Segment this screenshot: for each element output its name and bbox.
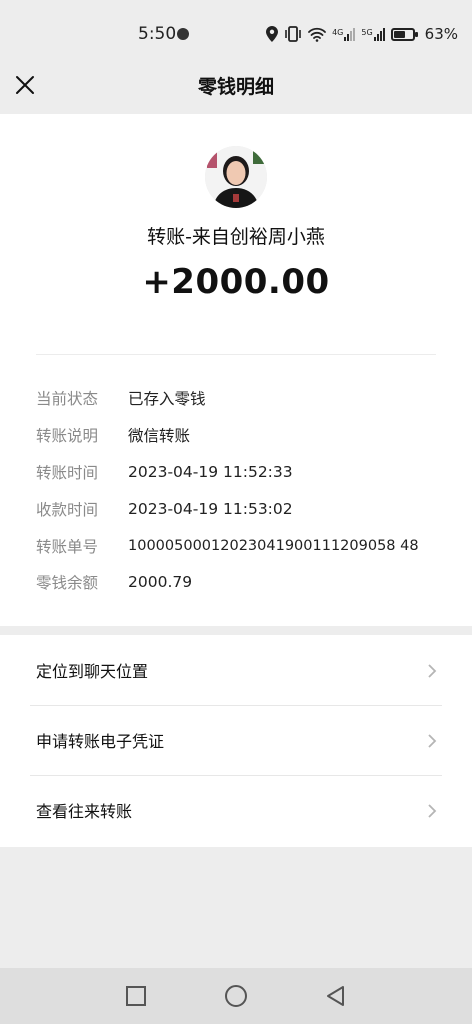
chevron-right-icon [428,804,437,818]
detail-list: 当前状态 已存入零钱 转账说明 微信转账 转账时间 2023-04-19 11:… [36,380,456,601]
status-icons: 4G 5G 63% [266,22,458,46]
detail-row-status: 当前状态 已存入零钱 [36,380,456,417]
menu-label: 定位到聊天位置 [36,662,149,681]
detail-label: 收款时间 [36,500,99,519]
signal-5g-icon: 5G [361,27,385,41]
detail-row-description: 转账说明 微信转账 [36,417,456,454]
chevron-right-icon [428,664,437,678]
detail-row-balance: 零钱余额 2000.79 [36,564,456,601]
detail-value: 2000.79 [128,573,193,592]
action-menu: 定位到聊天位置 申请转账电子凭证 查看往来转账 [0,635,472,847]
detail-value: 10000500012023041900111209058 48 [128,537,419,554]
detail-label: 零钱余额 [36,574,99,593]
detail-value: 2023-04-19 11:53:02 [128,499,293,518]
divider [36,354,436,355]
wifi-icon [308,27,326,42]
detail-row-transfer-time: 转账时间 2023-04-19 11:52:33 [36,454,456,491]
request-voucher-button[interactable]: 申请转账电子凭证 [0,705,472,775]
back-icon[interactable] [324,984,348,1008]
avatar[interactable] [205,146,267,208]
menu-label: 查看往来转账 [36,802,133,821]
notification-icon [177,28,189,40]
status-time: 5:50 [138,24,177,44]
detail-label: 转账时间 [36,463,99,482]
detail-value: 已存入零钱 [128,390,206,409]
location-icon [266,26,279,42]
signal-5g-label: 5G [361,27,373,37]
home-icon[interactable] [224,984,248,1008]
detail-label: 转账单号 [36,537,99,556]
detail-label: 当前状态 [36,390,99,409]
chevron-right-icon [428,734,437,748]
top-bar: 零钱明细 [0,60,472,112]
transfer-amount: +2000.00 [142,262,330,302]
detail-row-transfer-id: 转账单号 10000500012023041900111209058 48 [36,527,456,564]
signal-4g-label: 4G [332,27,344,37]
detail-row-receive-time: 收款时间 2023-04-19 11:53:02 [36,490,456,527]
view-transfers-button[interactable]: 查看往来转账 [0,775,472,845]
transfer-card: 转账-来自创裕周小燕 +2000.00 当前状态 已存入零钱 转账说明 微信转账… [0,114,472,626]
detail-value: 2023-04-19 11:52:33 [128,462,293,481]
system-nav-bar [0,968,472,1024]
locate-chat-button[interactable]: 定位到聊天位置 [0,635,472,705]
detail-label: 转账说明 [36,427,99,446]
vibrate-icon [285,26,301,42]
menu-label: 申请转账电子凭证 [36,732,165,751]
page-title: 零钱明细 [197,76,274,98]
transfer-sender: 转账-来自创裕周小燕 [147,226,325,248]
battery-percent: 63% [424,25,458,43]
detail-value: 微信转账 [128,427,191,446]
signal-4g-icon: 4G [332,27,356,41]
recent-apps-icon[interactable] [124,984,148,1008]
battery-icon [390,27,418,41]
status-bar: 5:50 4G 5G 63% [0,0,472,66]
avatar-image [205,146,267,208]
